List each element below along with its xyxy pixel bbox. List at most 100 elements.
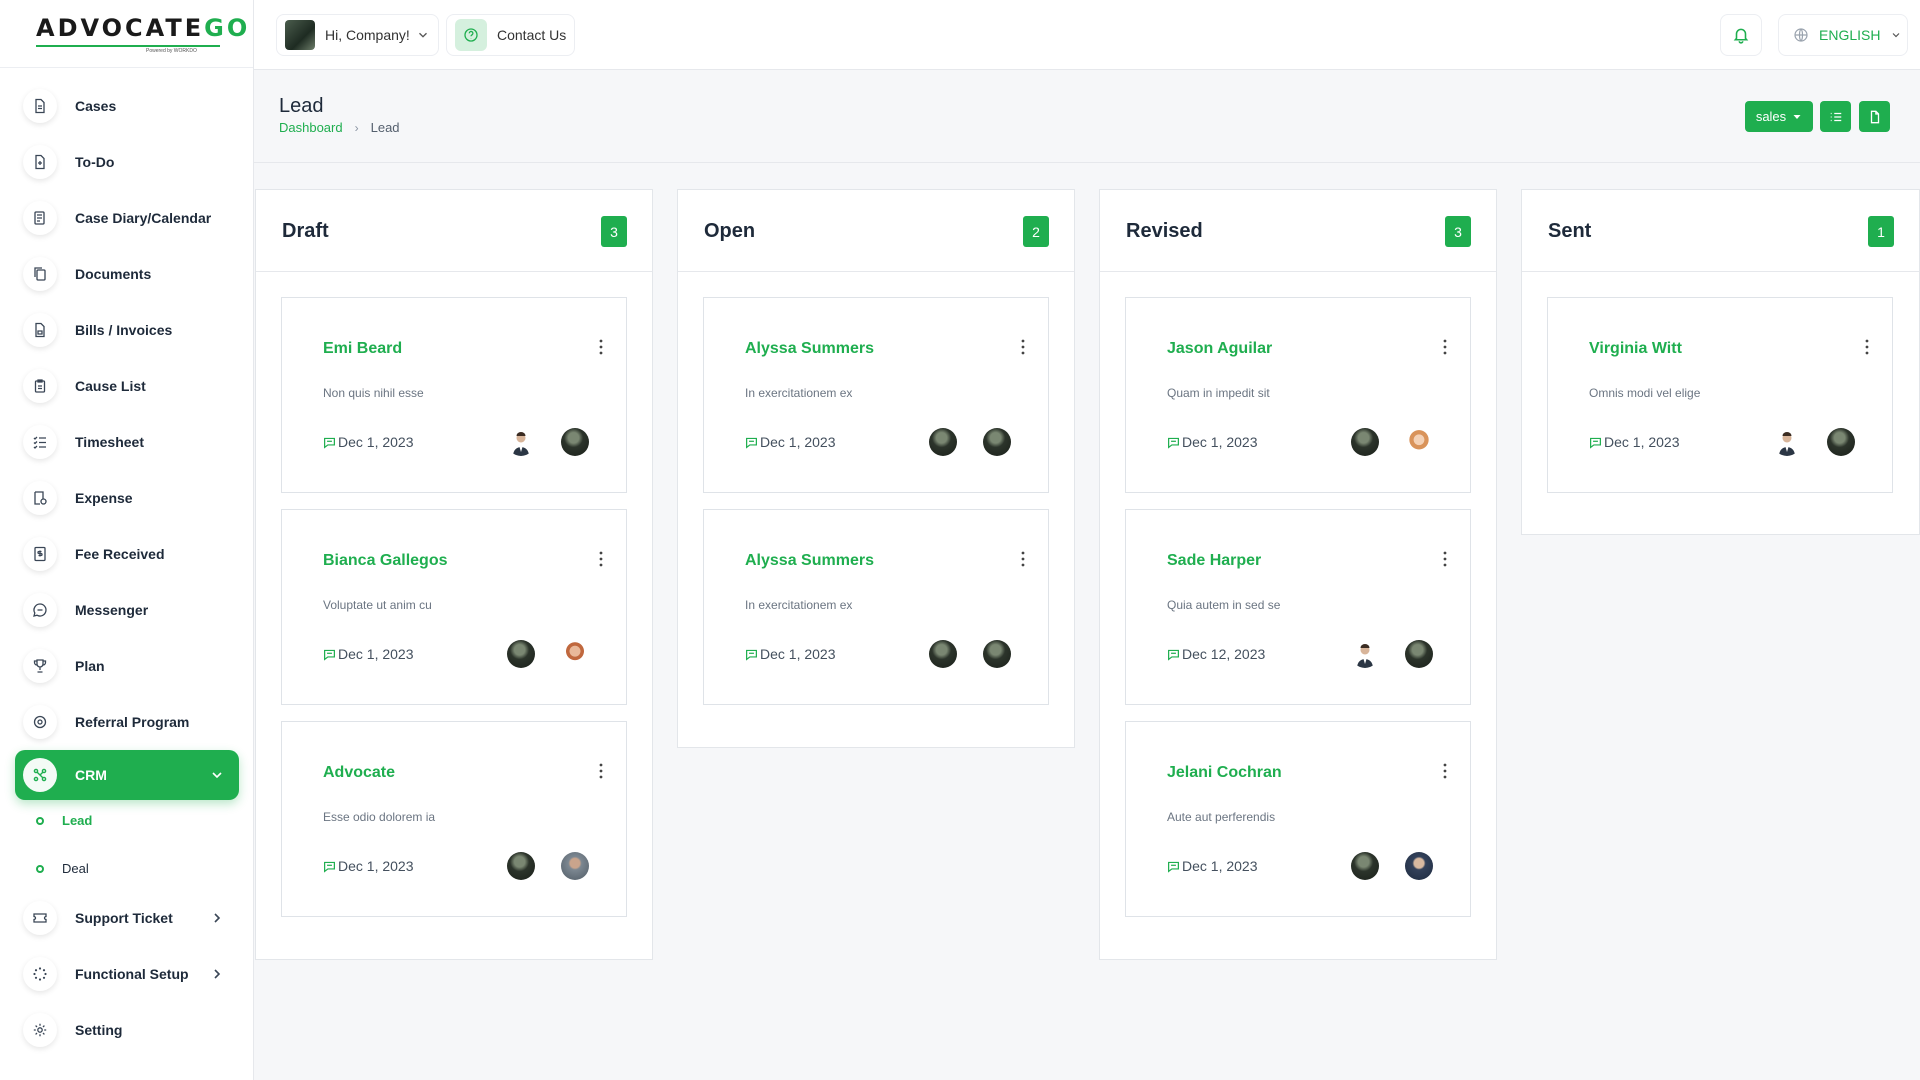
lead-card[interactable]: Bianca Gallegos Voluptate ut anim cu Dec… <box>281 509 627 705</box>
lead-card[interactable]: Alyssa Summers In exercitationem ex Dec … <box>703 509 1049 705</box>
avatar <box>1405 852 1433 880</box>
column-header: Sent 1 <box>1522 190 1919 272</box>
language-select[interactable]: ENGLISH <box>1778 14 1908 56</box>
sidebar-item-functional-setup[interactable]: Functional Setup <box>15 949 239 999</box>
lead-card[interactable]: Alyssa Summers In exercitationem ex Dec … <box>703 297 1049 493</box>
lead-name[interactable]: Advocate <box>323 764 395 782</box>
language-label: ENGLISH <box>1819 27 1881 43</box>
avatar <box>507 428 535 456</box>
receipt-icon <box>23 481 57 515</box>
column-header: Open 2 <box>678 190 1074 272</box>
logo-accent-text: GO <box>204 13 251 42</box>
avatar <box>1351 852 1379 880</box>
lead-description: Voluptate ut anim cu <box>323 598 432 612</box>
column-title: Open <box>704 220 756 242</box>
user-menu-button[interactable]: Hi, Company! <box>276 14 439 56</box>
notifications-button[interactable] <box>1720 14 1762 56</box>
sidebar-item-messenger[interactable]: Messenger <box>15 585 239 635</box>
lead-description: Quia autem in sed se <box>1167 598 1281 612</box>
lead-name[interactable]: Alyssa Summers <box>745 552 874 570</box>
list-view-button[interactable] <box>1820 101 1851 132</box>
lead-date: Dec 1, 2023 <box>1589 434 1680 450</box>
pipeline-dropdown-button[interactable]: sales <box>1745 101 1813 132</box>
lead-name[interactable]: Alyssa Summers <box>745 340 874 358</box>
lead-card[interactable]: Jason Aguilar Quam in impedit sit Dec 1,… <box>1125 297 1471 493</box>
dollar-file-icon <box>23 537 57 571</box>
avatar <box>561 640 589 668</box>
lead-card[interactable]: Advocate Esse odio dolorem ia Dec 1, 202… <box>281 721 627 917</box>
sidebar-item-setting[interactable]: Setting <box>15 1005 239 1055</box>
lead-card[interactable]: Emi Beard Non quis nihil esse Dec 1, 202… <box>281 297 627 493</box>
chevron-down-icon <box>212 772 222 779</box>
sidebar-item-cases[interactable]: Cases <box>15 81 239 131</box>
sidebar-item-label: Messenger <box>75 602 149 618</box>
lead-date: Dec 1, 2023 <box>1167 858 1258 874</box>
brand-logo[interactable]: ADVOCATEGO Powered by WORKDO <box>0 0 253 68</box>
export-button[interactable] <box>1859 101 1890 132</box>
sidebar-item-label: Timesheet <box>75 434 144 450</box>
sidebar-item-label: Bills / Invoices <box>75 322 173 338</box>
caret-down-icon <box>1793 114 1801 119</box>
lead-date: Dec 1, 2023 <box>323 646 414 662</box>
sidebar-item-documents[interactable]: Documents <box>15 249 239 299</box>
lead-name[interactable]: Sade Harper <box>1167 552 1261 570</box>
more-vertical-icon[interactable] <box>1864 338 1870 356</box>
column-title: Sent <box>1548 220 1592 242</box>
message-icon <box>1168 649 1179 661</box>
more-vertical-icon[interactable] <box>1020 338 1026 356</box>
sidebar-item-timesheet[interactable]: Timesheet <box>15 417 239 467</box>
logo-main-text: ADVOCATE <box>36 13 205 42</box>
sidebar-item-support-ticket[interactable]: Support Ticket <box>15 893 239 943</box>
sidebar-item-referral[interactable]: Referral Program <box>15 697 239 747</box>
lead-name[interactable]: Jelani Cochran <box>1167 764 1282 782</box>
breadcrumb-dashboard-link[interactable]: Dashboard <box>279 120 343 135</box>
lead-card[interactable]: Sade Harper Quia autem in sed se Dec 12,… <box>1125 509 1471 705</box>
sidebar-item-expense[interactable]: Expense <box>15 473 239 523</box>
bullet-icon <box>36 864 44 873</box>
more-vertical-icon[interactable] <box>1442 338 1448 356</box>
more-vertical-icon[interactable] <box>1442 762 1448 780</box>
avatar <box>507 640 535 668</box>
lead-name[interactable]: Virginia Witt <box>1589 340 1682 358</box>
sidebar-item-plan[interactable]: Plan <box>15 641 239 691</box>
avatar <box>285 20 315 50</box>
sidebar-item-case-diary[interactable]: Case Diary/Calendar <box>15 193 239 243</box>
user-greeting: Hi, Company! <box>325 27 410 43</box>
sidebar-item-label: Case Diary/Calendar <box>75 210 212 226</box>
more-vertical-icon[interactable] <box>598 762 604 780</box>
lead-card[interactable]: Virginia Witt Omnis modi vel elige Dec 1… <box>1547 297 1893 493</box>
message-icon <box>746 437 757 449</box>
lead-card[interactable]: Jelani Cochran Aute aut perferendis Dec … <box>1125 721 1471 917</box>
lead-name[interactable]: Bianca Gallegos <box>323 552 448 570</box>
sidebar-item-label: Support Ticket <box>75 910 173 926</box>
pipeline-label: sales <box>1755 109 1787 124</box>
chevron-right-icon <box>214 913 221 923</box>
bullet-icon <box>36 816 44 825</box>
column-header: Revised 3 <box>1100 190 1496 272</box>
sidebar-item-todo[interactable]: To-Do <box>15 137 239 187</box>
sidebar-item-cause-list[interactable]: Cause List <box>15 361 239 411</box>
more-vertical-icon[interactable] <box>598 338 604 356</box>
avatar <box>1351 428 1379 456</box>
more-vertical-icon[interactable] <box>598 550 604 568</box>
contact-us-button[interactable]: Contact Us <box>446 14 576 56</box>
message-icon <box>324 437 335 449</box>
avatar <box>507 852 535 880</box>
avatar <box>1405 640 1433 668</box>
more-vertical-icon[interactable] <box>1442 550 1448 568</box>
lead-date-text: Dec 1, 2023 <box>760 434 836 450</box>
sidebar-item-fee-received[interactable]: Fee Received <box>15 529 239 579</box>
sidebar-subitem-lead[interactable]: Lead <box>36 813 92 828</box>
chat-icon <box>23 593 57 627</box>
sidebar-item-crm[interactable]: CRM <box>15 750 239 800</box>
lead-name[interactable]: Jason Aguilar <box>1167 340 1272 358</box>
sidebar-item-bills[interactable]: Bills / Invoices <box>15 305 239 355</box>
column-header: Draft 3 <box>256 190 652 272</box>
sidebar-subitem-deal[interactable]: Deal <box>36 861 89 876</box>
column-count-badge: 1 <box>1868 216 1894 247</box>
page-header: Lead Dashboard › Lead sales <box>254 71 1920 163</box>
sidebar-item-label: Fee Received <box>75 546 165 562</box>
lead-name[interactable]: Emi Beard <box>323 340 402 358</box>
lead-date: Dec 1, 2023 <box>745 646 836 662</box>
more-vertical-icon[interactable] <box>1020 550 1026 568</box>
